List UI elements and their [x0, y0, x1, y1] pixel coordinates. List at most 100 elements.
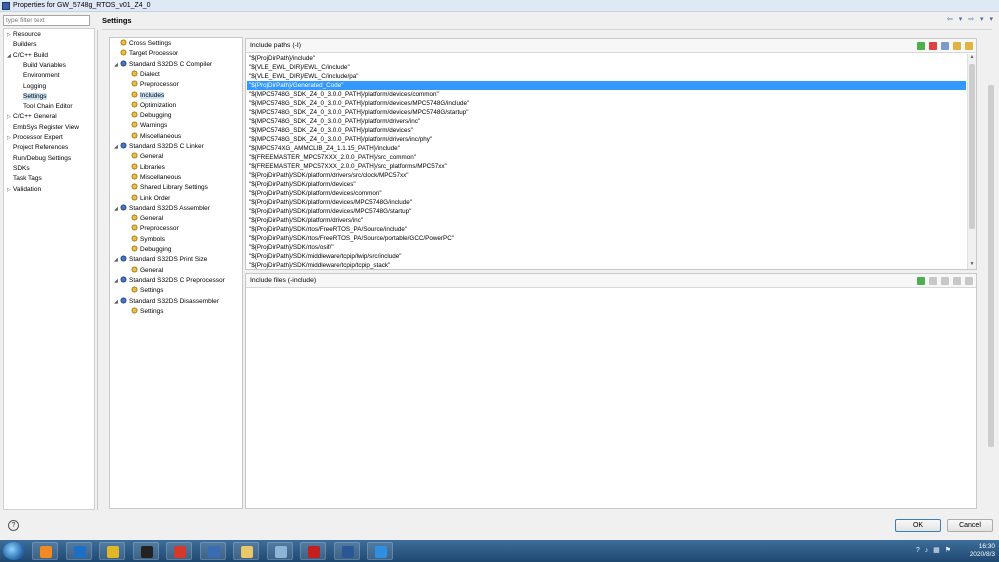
tool-item-standard-s32ds-c-preprocessor[interactable]: ◢ Standard S32DS C Preprocessor [114, 275, 225, 286]
tool-item-preprocessor[interactable]: Preprocessor [125, 224, 179, 234]
tool-item-cross-settings[interactable]: Cross Settings [114, 39, 171, 49]
taskbar-app-cmd[interactable] [132, 542, 159, 560]
tool-item-target-processor[interactable]: Target Processor [114, 49, 178, 59]
include-path-item[interactable]: "${MPC5748G_SDK_Z4_0_3.0.0_PATH}/platfor… [247, 117, 966, 126]
taskbar-app-outlook[interactable] [65, 542, 92, 560]
tree-item-settings[interactable]: Settings [17, 92, 47, 102]
add-icon[interactable] [917, 42, 926, 50]
tree-item-environment[interactable]: Environment [17, 71, 60, 81]
tool-item-link-order[interactable]: Link Order [125, 193, 170, 204]
tool-item-miscellaneous[interactable]: Miscellaneous [125, 172, 181, 183]
taskbar-app-explorer[interactable] [233, 542, 259, 560]
include-path-item[interactable]: "${MPC5748G_SDK_Z4_0_3.0.0_PATH}/platfor… [247, 135, 966, 144]
taskbar-app-lauterbach[interactable] [99, 542, 125, 560]
include-path-item[interactable]: "${VLE_EWL_DIR}/EWL_C/include" [247, 63, 966, 72]
taskbar-app-word[interactable] [333, 542, 360, 560]
ok-button[interactable]: OK [895, 519, 941, 532]
include-path-item[interactable]: "${ProjDirPath}/SDK/platform/drivers/inc… [247, 216, 966, 225]
delete-icon[interactable] [929, 42, 938, 50]
tree-item-c-c-build[interactable]: ◢ C/C++ Build [7, 51, 48, 61]
taskbar-app-notepad[interactable] [266, 542, 293, 560]
tool-item-standard-s32ds-disassembler[interactable]: ◢ Standard S32DS Disassembler [114, 296, 219, 307]
include-path-item[interactable]: "${MPC574XG_AMMCLIB_Z4_1.1.15_PATH}/incl… [247, 144, 966, 153]
tool-item-dialect[interactable]: Dialect [125, 69, 160, 80]
start-button[interactable] [3, 542, 25, 560]
tree-item-build-variables[interactable]: Build Variables [17, 61, 66, 71]
include-path-item[interactable]: "${ProjDirPath}/SDK/rtos/FreeRTOS_PA/Sou… [247, 225, 966, 234]
move-up-icon[interactable] [953, 277, 962, 285]
network-icon[interactable]: ▦ [933, 547, 940, 554]
speaker-icon[interactable]: ♪ [925, 547, 929, 554]
taskbar-app-acrobat[interactable] [300, 542, 326, 560]
tool-item-libraries[interactable]: Libraries [125, 162, 165, 173]
include-path-item[interactable]: "${ProjDirPath}/SDK/platform/drivers/src… [247, 171, 966, 180]
scrollbar-thumb[interactable] [969, 64, 975, 229]
include-paths-list[interactable]: "${ProjDirPath}/include" "${VLE_EWL_DIR}/… [247, 54, 966, 269]
clock[interactable]: 16:30 2020/8/3 [970, 543, 995, 559]
edit-icon[interactable] [941, 42, 950, 50]
include-path-item[interactable]: "${ProjDirPath}/SDK/platform/devices" [247, 180, 966, 189]
include-path-item[interactable]: "${ProjDirPath}/Generated_Code" [247, 81, 966, 90]
include-path-item[interactable]: "${ProjDirPath}/SDK/middleware/tcpip/tcp… [247, 261, 966, 269]
taskbar-app-internet-explorer[interactable] [367, 542, 393, 560]
delete-icon[interactable] [929, 277, 938, 285]
include-path-item[interactable]: "${FREEMASTER_MPC57XXX_2.0.0_PATH}/src_c… [247, 153, 966, 162]
help-tray-icon[interactable]: ? [916, 547, 920, 554]
include-files-list[interactable] [247, 289, 975, 507]
edit-icon[interactable] [941, 277, 950, 285]
tree-item-run-debug-settings[interactable]: Run/Debug Settings [7, 154, 71, 164]
include-path-item[interactable]: "${VLE_EWL_DIR}/EWL_C/include/pa" [247, 72, 966, 81]
tree-item-embsys-register-view[interactable]: EmbSys Register View [7, 123, 79, 133]
help-button[interactable]: ? [8, 520, 19, 531]
taskbar-app-chrome[interactable] [166, 542, 192, 560]
tree-item-logging[interactable]: Logging [17, 82, 46, 92]
filter-input[interactable] [4, 16, 89, 25]
include-path-item[interactable]: "${MPC5748G_SDK_Z4_0_3.0.0_PATH}/platfor… [247, 99, 966, 108]
tool-item-symbols[interactable]: Symbols [125, 234, 165, 245]
include-path-item[interactable]: "${ProjDirPath}/include" [247, 54, 966, 63]
tool-item-general[interactable]: General [125, 214, 163, 224]
move-down-icon[interactable] [965, 42, 973, 50]
tool-item-standard-s32ds-assembler[interactable]: ◢ Standard S32DS Assembler [114, 203, 210, 214]
tool-item-optimization[interactable]: Optimization [125, 100, 176, 111]
tree-item-resource[interactable]: ▷ Resource [7, 30, 41, 40]
tool-item-miscellaneous[interactable]: Miscellaneous [125, 131, 181, 142]
include-path-item[interactable]: "${ProjDirPath}/SDK/platform/devices/com… [247, 189, 966, 198]
splitter[interactable] [97, 30, 98, 510]
tree-item-task-tags[interactable]: Task Tags [7, 174, 42, 184]
tree-item-sdks[interactable]: SDKs [7, 164, 30, 174]
property-tree[interactable]: ▷ Resource Builders ◢ C/C++ Build Build Varia… [3, 28, 95, 510]
tree-item-c-c-general[interactable]: ▷ C/C++ General [7, 112, 57, 122]
tool-item-debugging[interactable]: Debugging [125, 111, 171, 121]
flag-icon[interactable]: ⚑ [945, 547, 951, 554]
include-path-item[interactable]: "${ProjDirPath}/SDK/platform/devices/MPC… [247, 198, 966, 207]
tool-item-general[interactable]: General [125, 265, 163, 276]
tree-item-processor-expert[interactable]: ▷ Processor Expert [7, 133, 63, 143]
include-path-item[interactable]: "${MPC5748G_SDK_Z4_0_3.0.0_PATH}/platfor… [247, 90, 966, 99]
include-path-item[interactable]: "${ProjDirPath}/SDK/middleware/tcpip/lwi… [247, 252, 966, 261]
tool-item-shared-library-settings[interactable]: Shared Library Settings [125, 183, 208, 193]
view-menu-icon[interactable]: ▾ [989, 15, 993, 23]
tool-item-includes[interactable]: Includes [125, 90, 165, 101]
include-path-item[interactable]: "${ProjDirPath}/SDK/rtos/osif/" [247, 243, 966, 252]
tree-item-project-references[interactable]: Project References [7, 143, 68, 153]
scroll-down-icon[interactable]: ▼ [968, 261, 976, 269]
include-path-item[interactable]: "${MPC5748G_SDK_Z4_0_3.0.0_PATH}/platfor… [247, 108, 966, 117]
include-path-item[interactable]: "${FREEMASTER_MPC57XXX_2.0.0_PATH}/src_p… [247, 162, 966, 171]
tool-item-settings[interactable]: Settings [125, 286, 164, 296]
forward-menu-icon[interactable]: ▾ [980, 15, 984, 23]
include-path-item[interactable]: "${ProjDirPath}/SDK/rtos/FreeRTOS_PA/Sou… [247, 234, 966, 243]
include-path-item[interactable]: "${MPC5748G_SDK_Z4_0_3.0.0_PATH}/platfor… [247, 126, 966, 135]
taskbar-app-s32ds[interactable] [199, 542, 226, 560]
move-up-icon[interactable] [953, 42, 962, 50]
settings-scrollbar[interactable] [986, 30, 996, 510]
tool-item-general[interactable]: General [125, 152, 163, 162]
tool-item-warnings[interactable]: Warnings [125, 121, 167, 131]
tree-item-tool-chain-editor[interactable]: Tool Chain Editor [17, 102, 73, 112]
forward-icon[interactable]: ⇨ [968, 15, 974, 23]
tool-item-standard-s32ds-c-linker[interactable]: ◢ Standard S32DS C Linker [114, 142, 204, 152]
tool-item-settings[interactable]: Settings [125, 306, 164, 317]
tree-item-validation[interactable]: ▷ Validation [7, 185, 41, 195]
filter-box[interactable] [3, 15, 90, 26]
tool-item-standard-s32ds-c-compiler[interactable]: ◢ Standard S32DS C Compiler [114, 59, 212, 70]
